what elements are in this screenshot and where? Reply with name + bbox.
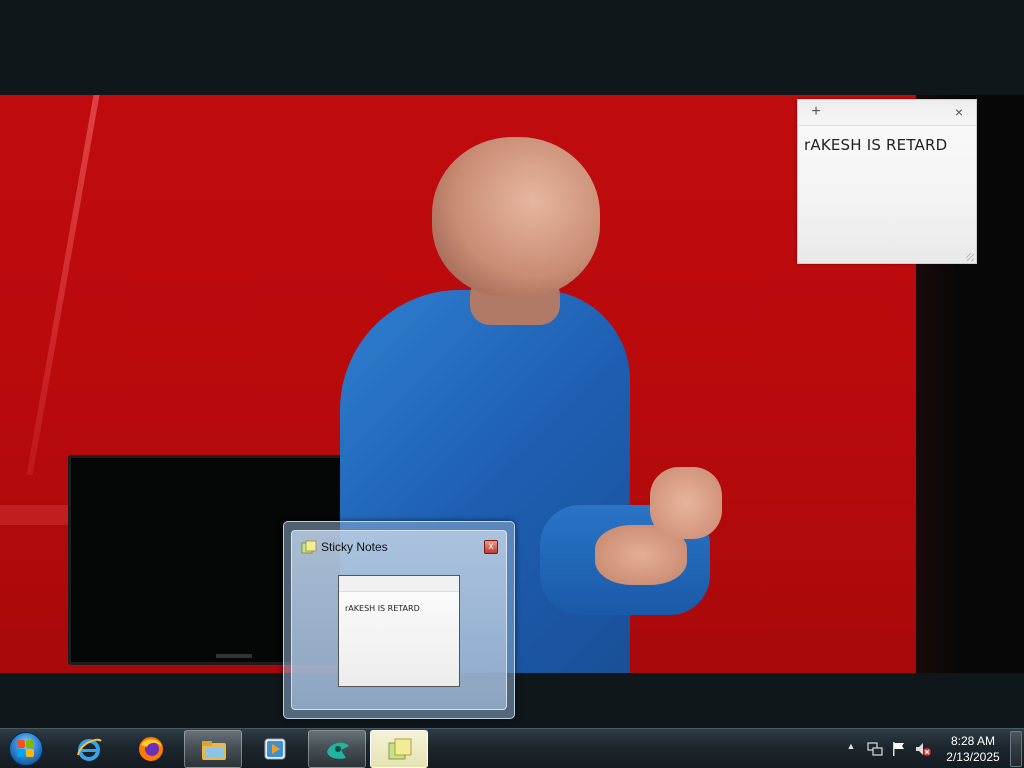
presenter-hand xyxy=(650,467,722,539)
preview-title: Sticky Notes xyxy=(321,540,388,554)
start-button[interactable] xyxy=(6,730,46,768)
action-center-flag-icon[interactable] xyxy=(890,740,908,758)
media-player-icon xyxy=(264,738,286,760)
show-hidden-icons-button[interactable]: ▲ xyxy=(845,741,857,755)
taskbar-app[interactable] xyxy=(308,730,366,768)
thumbnail-text: rAKESH IS RETARD xyxy=(345,604,420,613)
sticky-note-text[interactable]: rAKESH IS RETARD xyxy=(804,136,970,154)
volume-muted-icon[interactable] xyxy=(914,740,932,758)
show-desktop-button[interactable] xyxy=(1010,731,1022,767)
taskbar: ▲ 8:28 AM 2/13/2025 xyxy=(0,728,1024,768)
preview-close-button[interactable]: x xyxy=(484,540,498,554)
sticky-notes-icon xyxy=(388,738,412,760)
thumbnail-toolbar xyxy=(339,576,459,592)
network-icon[interactable] xyxy=(866,740,884,758)
light-streak xyxy=(26,95,100,475)
taskbar-sticky-notes[interactable] xyxy=(370,730,428,768)
delete-note-button[interactable]: × xyxy=(951,103,967,121)
preview-thumbnail[interactable]: rAKESH IS RETARD xyxy=(338,575,460,687)
presenter-head xyxy=(432,137,600,297)
add-note-button[interactable]: + xyxy=(808,103,824,121)
firefox-icon xyxy=(139,737,163,761)
internet-explorer-icon xyxy=(77,738,102,761)
folder-icon xyxy=(202,741,226,760)
taskbar-thumbnail-preview[interactable]: Sticky Notes x rAKESH IS RETARD xyxy=(283,521,515,719)
desktop: + × rAKESH IS RETARD Sticky Notes x rAKE… xyxy=(0,0,1024,728)
resize-grip-icon[interactable] xyxy=(966,253,974,261)
preview-panel: Sticky Notes x rAKESH IS RETARD xyxy=(291,530,507,710)
clock-date: 2/13/2025 xyxy=(946,750,1000,764)
sticky-notes-icon xyxy=(301,540,317,554)
sticky-note-toolbar: + × xyxy=(798,100,976,126)
taskbar-firefox[interactable] xyxy=(122,730,180,768)
teal-app-icon xyxy=(327,742,349,759)
taskbar-media-player[interactable] xyxy=(246,730,304,768)
taskbar-internet-explorer[interactable] xyxy=(60,730,118,768)
taskbar-windows-explorer[interactable] xyxy=(184,730,242,768)
clock-time: 8:28 AM xyxy=(950,734,996,748)
system-clock[interactable]: 8:28 AM 2/13/2025 xyxy=(938,733,1008,767)
windows-logo-icon xyxy=(17,740,35,758)
sticky-note[interactable]: + × rAKESH IS RETARD xyxy=(797,99,977,264)
